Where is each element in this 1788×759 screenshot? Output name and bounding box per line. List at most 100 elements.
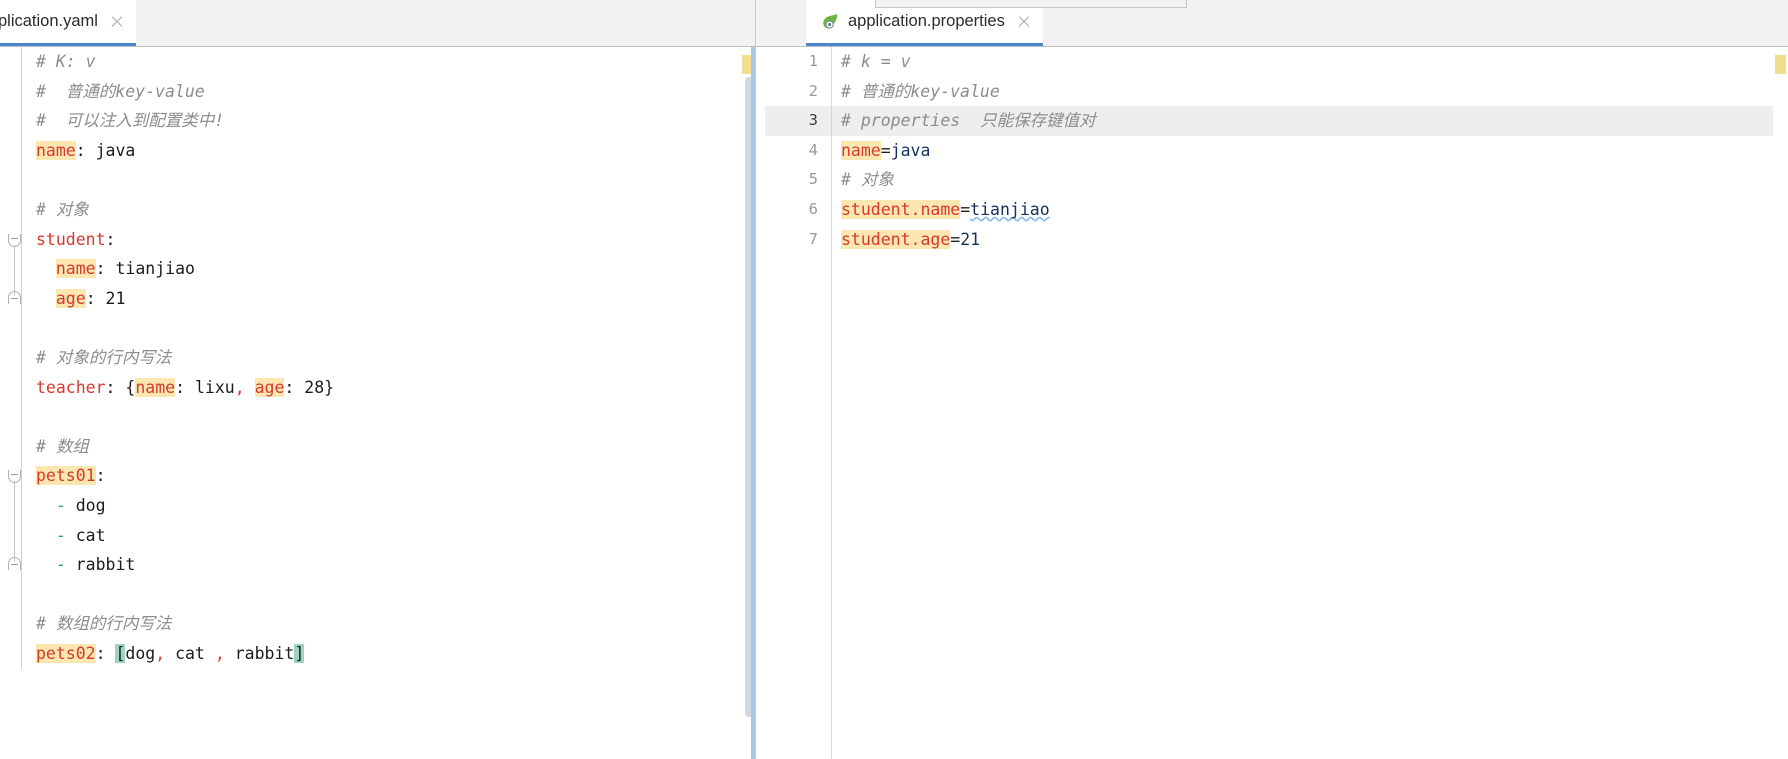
warning-marker[interactable]: [1775, 55, 1786, 74]
code-token: : {: [106, 378, 136, 397]
editor-body-right[interactable]: 1234567 # k = v # 普通的key-value # propertie…: [756, 47, 1788, 759]
code-token: pets02: [36, 644, 96, 663]
code-token: dog: [125, 644, 155, 663]
code-token: # properties 只能保存键值对: [841, 111, 1096, 130]
code-line[interactable]: # 对象: [27, 195, 740, 225]
code-line[interactable]: name: java: [27, 136, 740, 166]
code-line[interactable]: [27, 402, 740, 432]
code-line[interactable]: - rabbit: [27, 550, 740, 580]
code-line[interactable]: # 可以注入到配置类中!: [27, 106, 740, 136]
code-line[interactable]: student.name=tianjiao: [832, 195, 1773, 225]
code-token: name: [135, 378, 175, 397]
code-line[interactable]: - dog: [27, 491, 740, 521]
code-token: lixu: [185, 378, 235, 397]
line-number[interactable]: 6: [765, 195, 831, 225]
code-line[interactable]: # K: v: [27, 47, 740, 77]
line-number[interactable]: 5: [765, 165, 831, 195]
tab-label-application-properties: application.properties: [848, 12, 1005, 31]
code-token: name: [36, 141, 76, 160]
editor-pane-left: plication.yaml # K: v # 普通的key-value # 可以注…: [0, 0, 755, 759]
code-token: [245, 378, 255, 397]
code-token: -: [56, 526, 66, 545]
line-number[interactable]: 3: [765, 106, 831, 136]
code-token: # 对象: [36, 200, 89, 219]
code-token: # 数组的行内写法: [36, 614, 171, 633]
code-token: rabbit: [225, 644, 295, 663]
code-token: 28}: [294, 378, 334, 397]
line-number[interactable]: 4: [765, 136, 831, 166]
code-line[interactable]: student:: [27, 225, 740, 255]
code-token: tianjiao: [970, 200, 1049, 219]
code-token: ,: [155, 644, 165, 663]
code-token: 21: [960, 230, 980, 249]
line-number[interactable]: 2: [765, 77, 831, 107]
code-token: tianjiao: [106, 259, 195, 278]
code-line[interactable]: name: tianjiao: [27, 254, 740, 284]
code-token: ,: [235, 378, 245, 397]
code-token: java: [86, 141, 136, 160]
code-token: name: [56, 259, 96, 278]
code-token: age: [255, 378, 285, 397]
code-token: rabbit: [66, 555, 136, 574]
code-line[interactable]: # 对象的行内写法: [27, 343, 740, 373]
tab-application-yaml[interactable]: plication.yaml: [0, 0, 136, 46]
code-token: -: [56, 496, 66, 515]
fold-spine: [21, 47, 22, 669]
editor-body-left[interactable]: # K: v# 普通的key-value# 可以注入到配置类中!name: ja…: [0, 47, 755, 759]
code-token: :: [175, 378, 185, 397]
code-line[interactable]: [27, 313, 740, 343]
code-token: :: [284, 378, 294, 397]
code-token: # k = v: [841, 52, 911, 71]
code-token: =: [881, 141, 891, 160]
code-token: student.age: [841, 230, 950, 249]
line-number[interactable]: 1: [765, 47, 831, 77]
editor-pane-right: application.properties 1234567 # k = v# …: [755, 0, 1788, 759]
code-line[interactable]: pets02: [dog, cat , rabbit]: [27, 639, 740, 669]
code-token: student.name: [841, 200, 960, 219]
code-line[interactable]: # 数组: [27, 432, 740, 462]
code-area-properties[interactable]: # k = v # 普通的key-value # properties 只能保存键值…: [832, 47, 1773, 759]
code-token: :: [96, 259, 106, 278]
gutter-strip-right: [756, 47, 765, 759]
fold-connector: [14, 481, 15, 562]
code-token: age: [56, 289, 86, 308]
code-line[interactable]: teacher: {name: lixu, age: 28}: [27, 373, 740, 403]
code-token: :: [86, 289, 96, 308]
code-token: # 对象: [841, 170, 894, 189]
code-token: ,: [215, 644, 225, 663]
code-token: [36, 289, 56, 308]
code-line[interactable]: # k = v: [832, 47, 1773, 77]
code-line[interactable]: # 普通的key-value: [832, 77, 1773, 107]
fold-connector: [14, 245, 15, 296]
code-line[interactable]: student.age=21: [832, 225, 1773, 255]
code-token: [36, 496, 56, 515]
code-line[interactable]: - cat: [27, 521, 740, 551]
code-line[interactable]: [27, 165, 740, 195]
code-token: =: [960, 200, 970, 219]
code-token: ]: [294, 644, 304, 663]
line-number[interactable]: 7: [765, 225, 831, 255]
close-icon[interactable]: [109, 14, 124, 29]
code-line[interactable]: age: 21: [27, 284, 740, 314]
code-token: name: [841, 141, 881, 160]
line-number-gutter[interactable]: 1234567: [765, 47, 831, 759]
code-token: :: [96, 466, 106, 485]
code-line[interactable]: pets01:: [27, 461, 740, 491]
code-line[interactable]: # 对象: [832, 165, 1773, 195]
tab-label-application-yaml: plication.yaml: [0, 12, 98, 31]
floating-toolbar-strip: [875, 0, 1187, 8]
fold-gutter-left[interactable]: [0, 47, 27, 759]
code-line[interactable]: # properties 只能保存键值对: [832, 106, 1773, 136]
code-line[interactable]: [27, 580, 740, 610]
marker-column-right[interactable]: [1773, 47, 1788, 759]
code-line[interactable]: # 数组的行内写法: [27, 609, 740, 639]
code-line[interactable]: name=java: [832, 136, 1773, 166]
code-line[interactable]: # 普通的key-value: [27, 77, 740, 107]
code-token: :: [96, 644, 116, 663]
code-token: # K: v: [36, 52, 96, 71]
code-token: # 对象的行内写法: [36, 348, 171, 367]
code-token: # 普通的key-value: [36, 82, 205, 101]
close-icon[interactable]: [1016, 14, 1031, 29]
code-area-yaml[interactable]: # K: v# 普通的key-value# 可以注入到配置类中!name: ja…: [27, 47, 740, 759]
spring-leaf-icon: [820, 12, 840, 32]
